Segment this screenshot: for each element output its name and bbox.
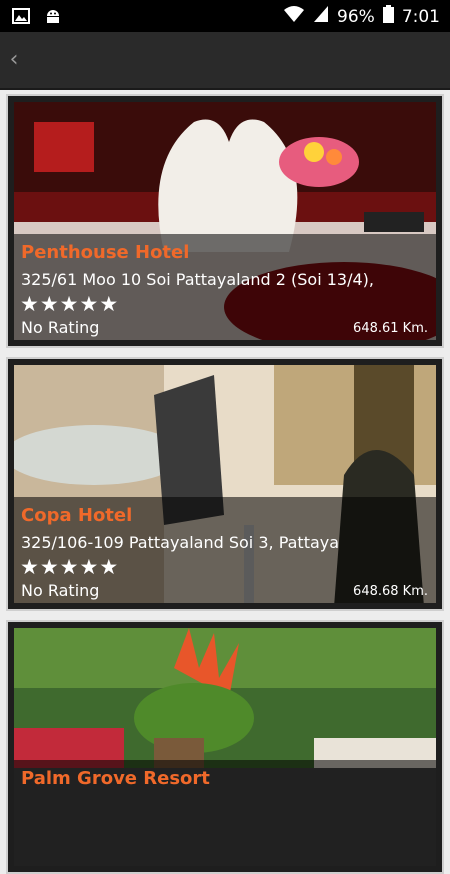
star-icon: ★	[39, 292, 59, 316]
star-icon: ★	[20, 555, 39, 579]
hotel-card[interactable]: Copa Hotel 325/106-109 Pattayaland Soi 3…	[6, 357, 444, 611]
rating-text: No Rating	[21, 318, 100, 337]
image-icon	[12, 7, 30, 29]
hotel-name: Penthouse Hotel	[21, 242, 190, 263]
star-icon: ★	[20, 292, 39, 316]
rating-text: No Rating	[21, 581, 100, 600]
clock: 7:01	[401, 6, 440, 27]
hotel-info-overlay: Copa Hotel 325/106-109 Pattayaland Soi 3…	[14, 497, 436, 603]
hotel-card[interactable]: Palm Grove Resort	[6, 620, 444, 874]
hotel-info-overlay: Palm Grove Resort	[14, 760, 436, 866]
signal-icon	[313, 5, 329, 28]
hotel-photo: Copa Hotel 325/106-109 Pattayaland Soi 3…	[14, 365, 436, 603]
hotel-address: 325/61 Moo 10 Soi Pattayaland 2 (Soi 13/…	[21, 270, 374, 289]
star-icon: ★	[79, 292, 99, 316]
star-icon: ★	[99, 292, 119, 316]
star-icon: ★	[39, 555, 59, 579]
hotel-name: Palm Grove Resort	[21, 768, 210, 789]
status-bar: 96% 7:01	[0, 0, 450, 32]
star-icon: ★	[59, 292, 79, 316]
star-rating: ★ ★ ★ ★ ★	[20, 292, 118, 316]
wifi-icon	[283, 5, 305, 28]
distance-text: 648.68 Km.	[353, 584, 428, 599]
distance-text: 648.61 Km.	[353, 321, 428, 336]
star-icon: ★	[99, 555, 119, 579]
battery-percent: 96%	[337, 6, 375, 27]
star-icon: ★	[59, 555, 79, 579]
android-icon	[44, 7, 62, 29]
star-rating: ★ ★ ★ ★ ★	[20, 555, 118, 579]
hotel-photo: Palm Grove Resort	[14, 628, 436, 866]
chevron-left-icon[interactable]: ‹	[4, 46, 24, 74]
star-icon: ★	[79, 555, 99, 579]
app-bar: ‹	[0, 32, 450, 90]
hotel-info-overlay: Penthouse Hotel 325/61 Moo 10 Soi Pattay…	[14, 234, 436, 340]
hotel-name: Copa Hotel	[21, 505, 133, 526]
battery-icon	[382, 5, 394, 28]
hotel-card[interactable]: Penthouse Hotel 325/61 Moo 10 Soi Pattay…	[6, 94, 444, 348]
hotel-address: 325/106-109 Pattayaland Soi 3, Pattaya	[21, 533, 340, 552]
hotel-photo: Penthouse Hotel 325/61 Moo 10 Soi Pattay…	[14, 102, 436, 340]
